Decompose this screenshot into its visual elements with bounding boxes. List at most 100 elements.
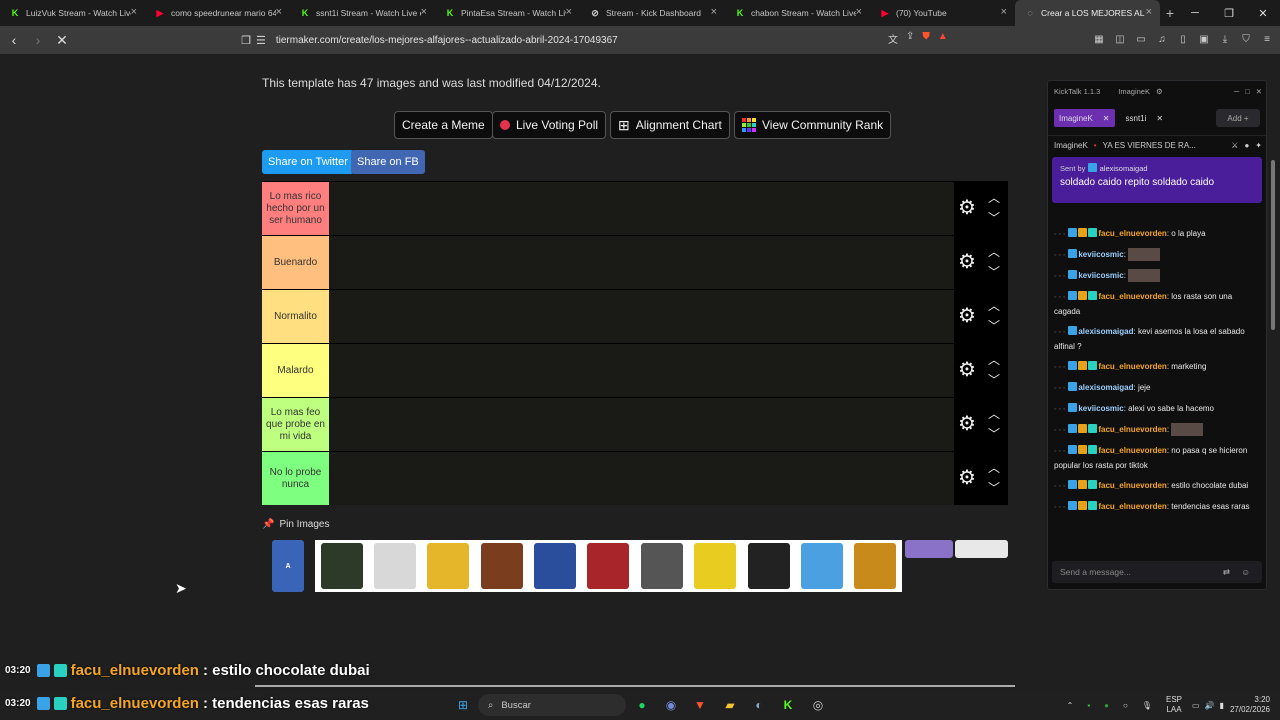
steam-icon[interactable]: ◐ bbox=[750, 696, 768, 714]
close-tab-icon[interactable]: ✕ bbox=[1156, 114, 1163, 123]
spotify-icon[interactable]: ● bbox=[633, 696, 651, 714]
chat-message[interactable]: ◦ ◦ ◦ alexisomaigad: kevi asemos la losa … bbox=[1054, 325, 1260, 354]
chevron-down-icon[interactable]: ﹀ bbox=[988, 209, 1000, 226]
chat-username[interactable]: alexisomaigad bbox=[1078, 383, 1133, 392]
close-tab-icon[interactable]: × bbox=[566, 6, 572, 18]
chevron-down-icon[interactable]: ﹀ bbox=[988, 317, 1000, 334]
message-actions[interactable]: ◦ ◦ ◦ bbox=[1054, 480, 1065, 494]
tier-label[interactable]: Lo mas feo que probe en mi vida bbox=[262, 398, 329, 451]
bookmark-icon[interactable]: ❐ bbox=[236, 30, 256, 50]
close-window-icon[interactable]: ✕ bbox=[1246, 0, 1280, 26]
gear-icon[interactable]: ⚙ bbox=[958, 306, 976, 326]
chevron-up-icon[interactable]: ︿ bbox=[988, 297, 1000, 314]
site-info-icon[interactable]: ☰ bbox=[256, 34, 266, 47]
tier-row[interactable]: Malardo ⚙ ︿ ﹀ bbox=[262, 343, 1008, 397]
chevron-down-icon[interactable]: ﹀ bbox=[988, 371, 1000, 388]
share-icon[interactable]: ⇪ bbox=[906, 31, 914, 46]
browser-tab[interactable]: ▶ como speedrunear mario 64 1 × bbox=[145, 0, 290, 26]
tier-row[interactable]: No lo probe nunca ⚙ ︿ ﹀ bbox=[262, 451, 1008, 505]
microphone-icon[interactable]: 🎙 bbox=[1142, 701, 1152, 710]
message-actions[interactable]: ◦ ◦ ◦ bbox=[1054, 326, 1065, 340]
alfajor-image[interactable] bbox=[640, 543, 683, 589]
chevron-up-icon[interactable]: ︿ bbox=[988, 459, 1000, 476]
tier-label[interactable]: Malardo bbox=[262, 344, 329, 397]
chevron-up-icon[interactable]: ︿ bbox=[988, 243, 1000, 260]
chat-username[interactable]: facu_elnuevorden bbox=[1098, 362, 1166, 371]
browser-tab[interactable]: K LuizVuk Stream - Watch Live o × bbox=[0, 0, 145, 26]
chat-message[interactable]: ◦ ◦ ◦ facu_elnuevorden: o la playa bbox=[1054, 227, 1260, 242]
translate-icon[interactable]: ⇄ bbox=[1223, 567, 1230, 578]
browser-tab[interactable]: KPintaEsa Stream - Watch Live o× bbox=[435, 0, 580, 26]
battery-icon[interactable]: ▮ bbox=[1220, 701, 1224, 710]
download-icon[interactable]: ⤓ bbox=[1218, 31, 1232, 47]
windows-start-icon[interactable]: ⊞ bbox=[454, 696, 472, 714]
mod-icon[interactable]: ⚔ bbox=[1231, 141, 1238, 150]
chat-message[interactable]: ◦ ◦ ◦ alexisomaigad: jeje bbox=[1054, 381, 1260, 396]
browser-tab[interactable]: ▶ (70) YouTube × bbox=[870, 0, 1015, 26]
alfajor-image[interactable] bbox=[534, 543, 577, 589]
close-tab-icon[interactable]: × bbox=[1001, 6, 1007, 18]
alfajor-image[interactable] bbox=[747, 543, 790, 589]
share-twitter-button[interactable]: Share on Twitter bbox=[262, 150, 354, 174]
kick-icon[interactable]: K bbox=[779, 696, 797, 714]
wallet-icon[interactable]: ▣ bbox=[1197, 31, 1211, 47]
alfajor-image[interactable] bbox=[427, 543, 470, 589]
chat-username[interactable]: facu_elnuevorden bbox=[1098, 229, 1166, 238]
tier-row[interactable]: Lo mas feo que probe en mi vida ⚙ ︿ ﹀ bbox=[262, 397, 1008, 451]
chat-message[interactable]: ◦ ◦ ◦ facu_elnuevorden: tendencias esas r… bbox=[1054, 500, 1260, 515]
chat-username[interactable]: facu_elnuevorden bbox=[1098, 292, 1166, 301]
alfajor-image[interactable] bbox=[694, 543, 737, 589]
chat-message[interactable]: ◦ ◦ ◦ facu_elnuevorden: bbox=[1054, 423, 1260, 438]
tray-app-icon[interactable]: ▪ bbox=[1087, 701, 1090, 710]
chat-username[interactable]: alexisomaigad bbox=[1078, 327, 1133, 336]
close-tab-icon[interactable]: ✕ bbox=[1103, 114, 1110, 123]
alignment-chart-button[interactable]: ⊞ Alignment Chart bbox=[610, 111, 730, 139]
message-actions[interactable]: ◦ ◦ ◦ bbox=[1054, 270, 1065, 284]
tier-row[interactable]: Normalito ⚙ ︿ ﹀ bbox=[262, 289, 1008, 343]
reload-stop-icon[interactable]: ✕ bbox=[52, 30, 72, 50]
chat-message[interactable]: ◦ ◦ ◦ keviicosmic: bbox=[1054, 248, 1260, 263]
alfajor-image[interactable] bbox=[480, 543, 523, 589]
close-tab-icon[interactable]: × bbox=[276, 6, 282, 18]
gear-icon[interactable]: ⚙ bbox=[958, 414, 976, 434]
create-meme-button[interactable]: Create a Meme bbox=[394, 111, 493, 139]
music-icon[interactable]: ♫ bbox=[1155, 31, 1169, 47]
chat-username[interactable]: facu_elnuevorden bbox=[1098, 502, 1166, 511]
message-actions[interactable]: ◦ ◦ ◦ bbox=[1054, 291, 1065, 305]
taskbar-search[interactable]: ⌕ Buscar bbox=[478, 694, 626, 716]
alfajor-image[interactable] bbox=[587, 543, 630, 589]
add-channel-button[interactable]: Add + bbox=[1216, 109, 1260, 127]
share-fb-button[interactable]: Share on FB bbox=[351, 150, 425, 174]
address-bar[interactable]: ☰ tiermaker.com/create/los-mejores-alfaj… bbox=[256, 31, 976, 49]
gear-icon[interactable]: ⚙ bbox=[958, 360, 976, 380]
forward-icon[interactable]: › bbox=[28, 30, 48, 50]
chat-username[interactable]: facu_elnuevorden bbox=[1098, 481, 1166, 490]
message-actions[interactable]: ◦ ◦ ◦ bbox=[1054, 228, 1065, 242]
close-tab-icon[interactable]: × bbox=[711, 6, 717, 18]
tier-label[interactable]: Buenardo bbox=[262, 236, 329, 289]
menu-icon[interactable]: ≡ bbox=[1260, 31, 1274, 47]
extension-icon[interactable]: ▦ bbox=[1092, 31, 1106, 47]
chevron-up-icon[interactable]: ︿ bbox=[988, 405, 1000, 422]
clock[interactable]: 3:20 27/02/2026 bbox=[1230, 695, 1270, 715]
settings-icon[interactable]: ⚙ bbox=[1156, 87, 1163, 96]
close-tab-icon[interactable]: × bbox=[856, 6, 862, 18]
chat-username[interactable]: keviicosmic bbox=[1078, 271, 1123, 280]
chat-username[interactable]: facu_elnuevorden bbox=[1098, 446, 1166, 455]
alfajor-image[interactable] bbox=[854, 543, 897, 589]
community-rank-button[interactable]: View Community Rank bbox=[734, 111, 892, 139]
close-tab-icon[interactable]: × bbox=[421, 6, 427, 18]
tier-label[interactable]: No lo probe nunca bbox=[262, 452, 329, 505]
chat-message[interactable]: ◦ ◦ ◦ facu_elnuevorden: no pasa q se hici… bbox=[1054, 444, 1260, 473]
message-actions[interactable]: ◦ ◦ ◦ bbox=[1054, 501, 1065, 515]
chat-message[interactable]: ◦ ◦ ◦ keviicosmic: bbox=[1054, 269, 1260, 284]
file-explorer-icon[interactable]: ▰ bbox=[721, 696, 739, 714]
message-actions[interactable]: ◦ ◦ ◦ bbox=[1054, 424, 1065, 438]
user-icon[interactable]: ● bbox=[1244, 141, 1249, 150]
vpn-icon[interactable]: ⛉ bbox=[1239, 31, 1253, 47]
maximize-icon[interactable]: □ bbox=[1245, 87, 1250, 96]
tier-label[interactable]: Lo mas rico hecho por un ser humano bbox=[262, 182, 329, 235]
browser-tab[interactable]: Kssnt1i Stream - Watch Live on × bbox=[290, 0, 435, 26]
chat-message[interactable]: ◦ ◦ ◦ facu_elnuevorden: estilo chocolate … bbox=[1054, 479, 1260, 494]
volume-icon[interactable]: 🔊 bbox=[1205, 701, 1215, 710]
